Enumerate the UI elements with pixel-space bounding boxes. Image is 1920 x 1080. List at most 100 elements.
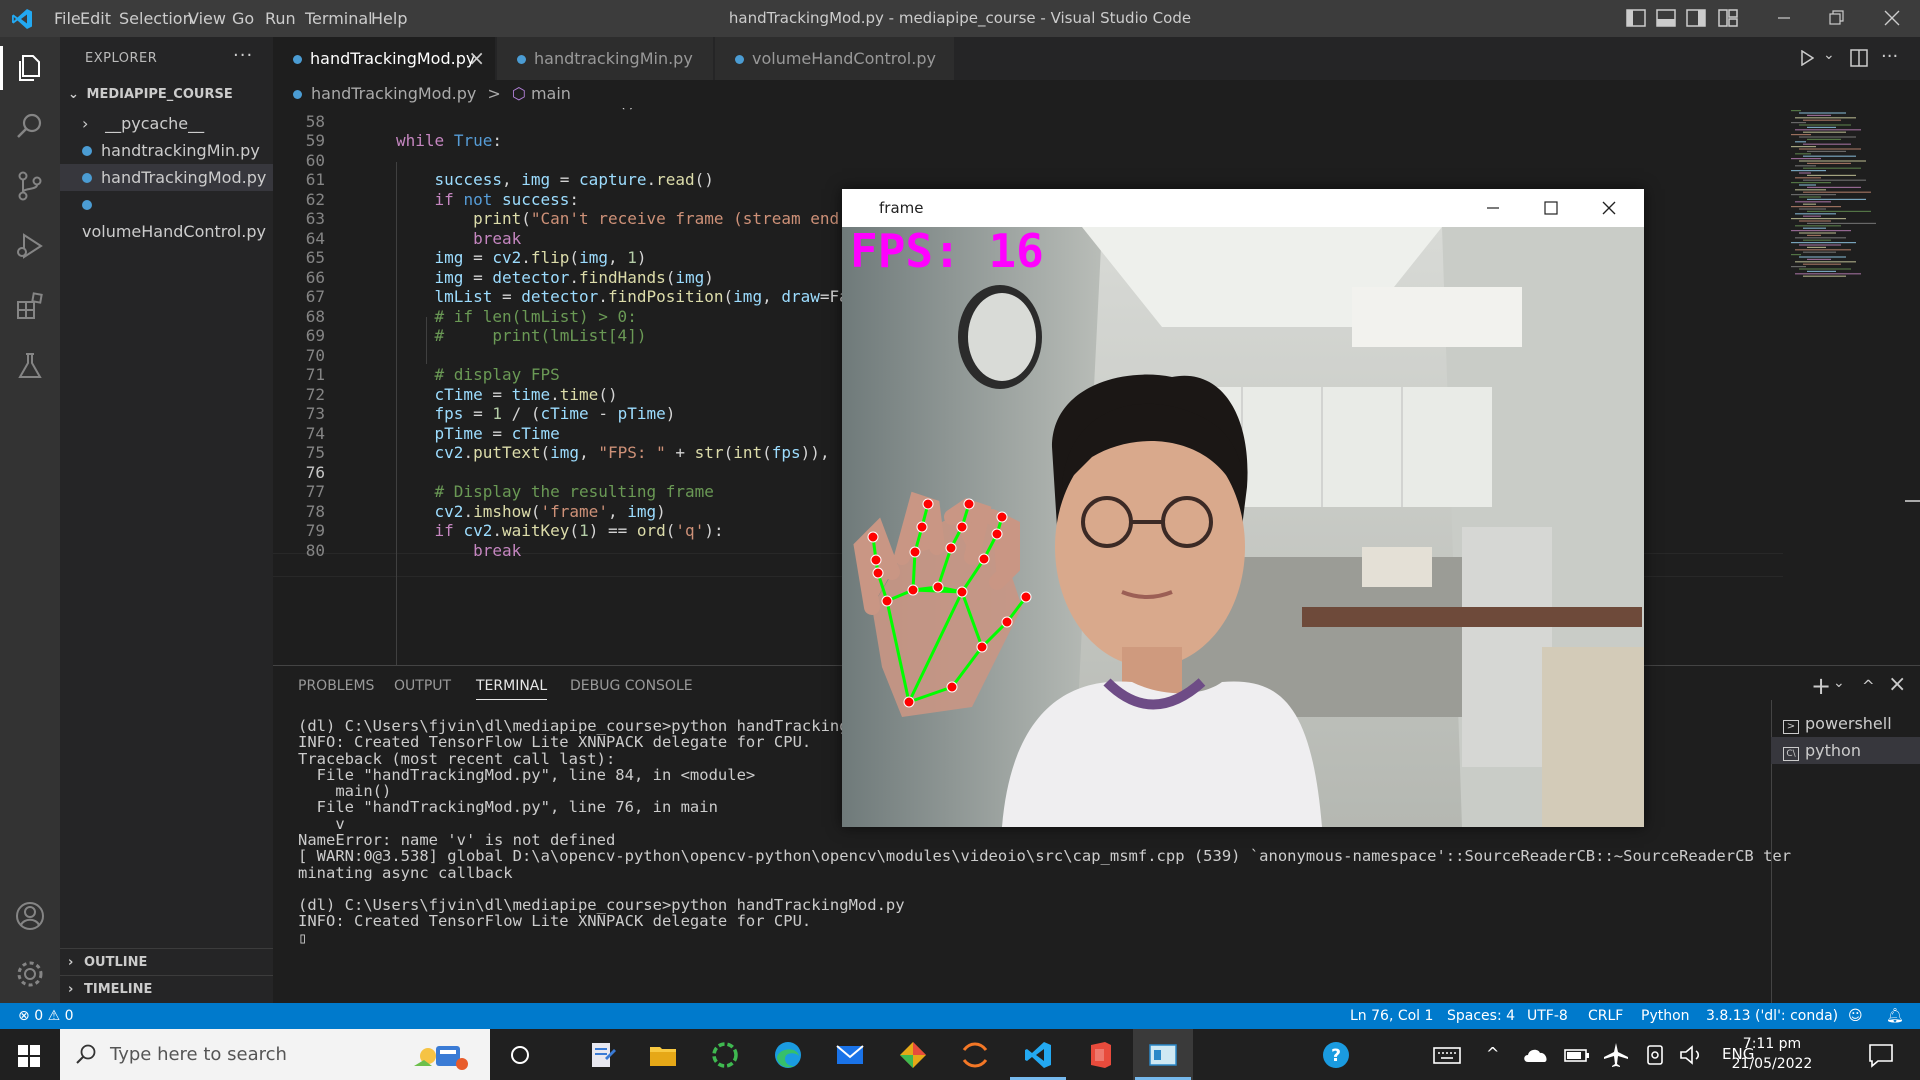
outline-section[interactable]: › OUTLINE [60,948,273,975]
store-app-icon[interactable] [898,1040,928,1070]
status-bar [0,1003,1920,1029]
mail-app-icon[interactable] [835,1040,865,1070]
encoding-status[interactable]: UTF-8 [1527,1003,1568,1029]
chevron-down-icon: ⌄ [68,87,79,102]
timeline-section[interactable]: › TIMELINE [60,975,273,1002]
toggle-sidebar-icon[interactable] [1626,9,1646,27]
office-app-icon[interactable] [1085,1040,1115,1070]
device-icon[interactable] [1640,1040,1670,1070]
onedrive-icon[interactable] [1522,1040,1552,1070]
minimap-line [1807,114,1831,116]
tree-item-label: volumeHandControl.py [82,222,266,241]
chevron-right-icon: › [82,114,89,133]
frame-window-title: frame [842,189,1644,227]
action-center-icon[interactable] [1866,1040,1896,1070]
tree-item-handtrackingmin[interactable]: handtrackingMin.py [60,137,273,164]
terminal-item-powershell[interactable]: > powershell [1771,710,1920,737]
task-view-icon[interactable] [505,1040,535,1070]
minimap-line [1807,222,1876,224]
notepad-app-icon[interactable] [587,1040,617,1070]
editor-more-icon[interactable]: ··· [1881,46,1898,67]
toggle-panel-icon[interactable] [1656,9,1676,27]
indentation-status[interactable]: Spaces: 4 [1447,1003,1515,1029]
search-icon[interactable] [14,110,46,142]
notifications-bell-icon[interactable]: 🔔︎ [1886,1003,1904,1029]
frame-close-icon[interactable] [1601,201,1617,215]
file-explorer-icon[interactable] [648,1040,678,1070]
volume-icon[interactable] [1677,1040,1707,1070]
frame-minimize-icon[interactable] [1485,201,1501,215]
minimap-line [1791,266,1806,268]
windows-start-icon[interactable] [18,1045,40,1067]
language-mode[interactable]: Python [1641,1003,1690,1029]
minimap-line [1795,225,1841,227]
customize-layout-icon[interactable] [1718,9,1738,27]
frame-window[interactable]: frame FPS: 16 [842,189,1644,827]
minimize-icon[interactable] [1774,9,1794,27]
terminal-item-python[interactable]: C\ python [1771,737,1920,764]
minimap-line [1791,134,1811,136]
warning-count: 0 [64,1008,74,1024]
explorer-icon[interactable] [14,52,46,84]
more-actions-button[interactable]: ··· [233,45,253,66]
close-window-icon[interactable] [1882,9,1902,27]
folder-root[interactable]: ⌄ MEDIAPIPE_COURSE [60,81,273,108]
vscode-taskbar-icon[interactable] [1023,1040,1053,1070]
tab-output[interactable]: OUTPUT [394,678,451,694]
tab-debug-console[interactable]: DEBUG CONSOLE [570,678,693,694]
jupyter-app-icon[interactable] [960,1040,990,1070]
restore-icon[interactable] [1826,9,1846,27]
tree-item-handtrackingmod[interactable]: handTrackingMod.py [60,164,273,191]
minimap-line [1791,206,1841,208]
problems-status[interactable]: ⊗ 0 ⚠ 0 [18,1003,74,1029]
minimap-line [1807,138,1841,140]
help-icon[interactable]: ? [1321,1040,1351,1070]
new-terminal-icon[interactable]: + [1811,672,1831,700]
maximize-panel-icon[interactable]: ^ [1862,677,1875,695]
feedback-icon[interactable]: ☺ [1848,1003,1863,1029]
battery-icon[interactable] [1562,1040,1592,1070]
run-file-icon[interactable] [1800,50,1814,66]
refrigerator [1462,527,1552,767]
close-tab-icon[interactable]: × [468,37,485,80]
minimap-line [1791,158,1821,160]
eol-status[interactable]: CRLF [1588,1003,1623,1029]
close-panel-icon[interactable]: × [1888,672,1906,697]
tree-item-volumehandcontrol[interactable]: volumeHandControl.py [60,191,273,241]
tab-terminal[interactable]: TERMINAL [476,678,548,700]
run-debug-icon[interactable] [14,230,46,262]
tab-handtrackingmin[interactable]: handtrackingMin.py [497,37,714,80]
progress-app-icon[interactable] [710,1040,740,1070]
run-dropdown-icon[interactable]: ⌄ [1823,47,1835,63]
tab-handtrackingmod[interactable]: handTrackingMod.py × [273,37,496,80]
python-file-icon [82,173,92,183]
edge-browser-icon[interactable] [773,1040,803,1070]
clock[interactable]: 7:11 pm 21/05/2022 [1727,1034,1817,1074]
terminal-dropdown-icon[interactable]: ⌄ [1833,675,1845,691]
minimap-line [1799,244,1841,246]
account-icon[interactable] [14,900,46,932]
extensions-icon[interactable] [14,290,46,322]
tab-problems[interactable]: PROBLEMS [298,678,374,694]
breadcrumb-file[interactable]: handTrackingMod.py [311,84,476,103]
airplane-mode-icon[interactable] [1601,1040,1631,1070]
python-interpreter[interactable]: 3.8.13 ('dl': conda) [1706,1003,1838,1029]
toggle-secondary-sidebar-icon[interactable] [1686,9,1706,27]
cursor-position[interactable]: Ln 76, Col 1 [1350,1003,1433,1029]
touch-keyboard-icon[interactable] [1432,1040,1462,1070]
testing-icon[interactable] [14,350,46,382]
split-editor-icon[interactable] [1850,49,1868,67]
source-control-icon[interactable] [14,170,46,202]
tab-volumehandcontrol[interactable]: volumeHandControl.py [715,37,955,80]
show-hidden-icons-icon[interactable]: ^ [1486,1044,1499,1063]
frame-maximize-icon[interactable] [1543,201,1559,215]
minimap-line [1807,126,1836,128]
python-file-icon [82,200,92,210]
frame-app-icon[interactable] [1148,1040,1178,1070]
minimap[interactable] [1783,108,1903,278]
search-icon [76,1044,96,1064]
minimap-line [1803,275,1846,277]
tree-item-pycache[interactable]: › __pycache__ [60,110,273,137]
settings-gear-icon[interactable] [14,958,46,990]
breadcrumb-symbol[interactable]: main [531,84,571,103]
